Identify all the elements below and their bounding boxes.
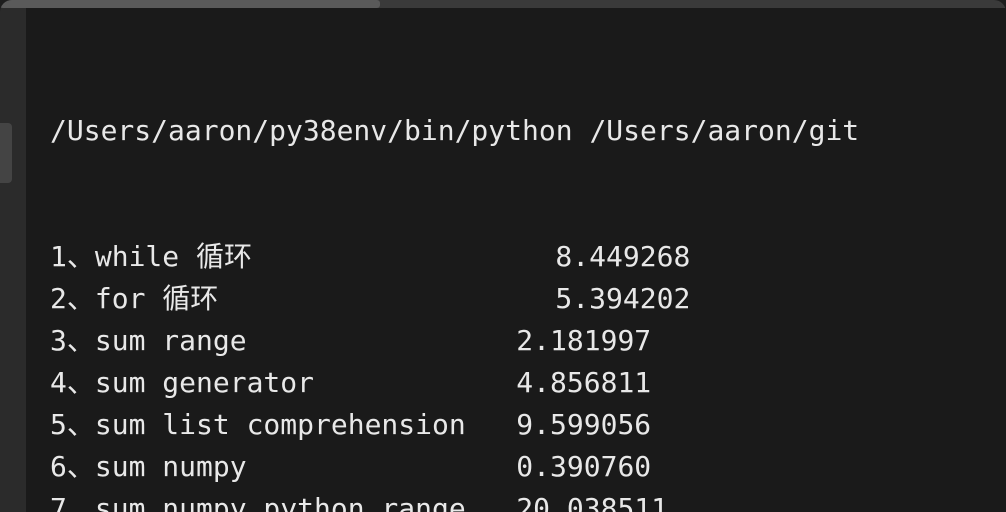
benchmark-row: 1、while 循环 8.449268 xyxy=(50,236,1006,278)
benchmark-row: 7、sum numpy python range 20.038511 xyxy=(50,488,1006,512)
horizontal-scrollbar[interactable] xyxy=(0,0,380,8)
benchmark-row: 4、sum generator 4.856811 xyxy=(50,362,1006,404)
benchmark-rows: 1、while 循环 8.4492682、for 循环 5.3942023、su… xyxy=(50,236,1006,512)
benchmark-row: 2、for 循环 5.394202 xyxy=(50,278,1006,320)
benchmark-row: 6、sum numpy 0.390760 xyxy=(50,446,1006,488)
terminal-window: /Users/aaron/py38env/bin/python /Users/a… xyxy=(0,0,1006,512)
benchmark-row: 5、sum list comprehension 9.599056 xyxy=(50,404,1006,446)
command-line: /Users/aaron/py38env/bin/python /Users/a… xyxy=(50,110,1006,152)
terminal-output[interactable]: /Users/aaron/py38env/bin/python /Users/a… xyxy=(0,8,1006,512)
benchmark-row: 3、sum range 2.181997 xyxy=(50,320,1006,362)
gutter-notch xyxy=(0,123,12,183)
left-gutter xyxy=(0,8,26,512)
window-top-bar xyxy=(0,0,1006,8)
